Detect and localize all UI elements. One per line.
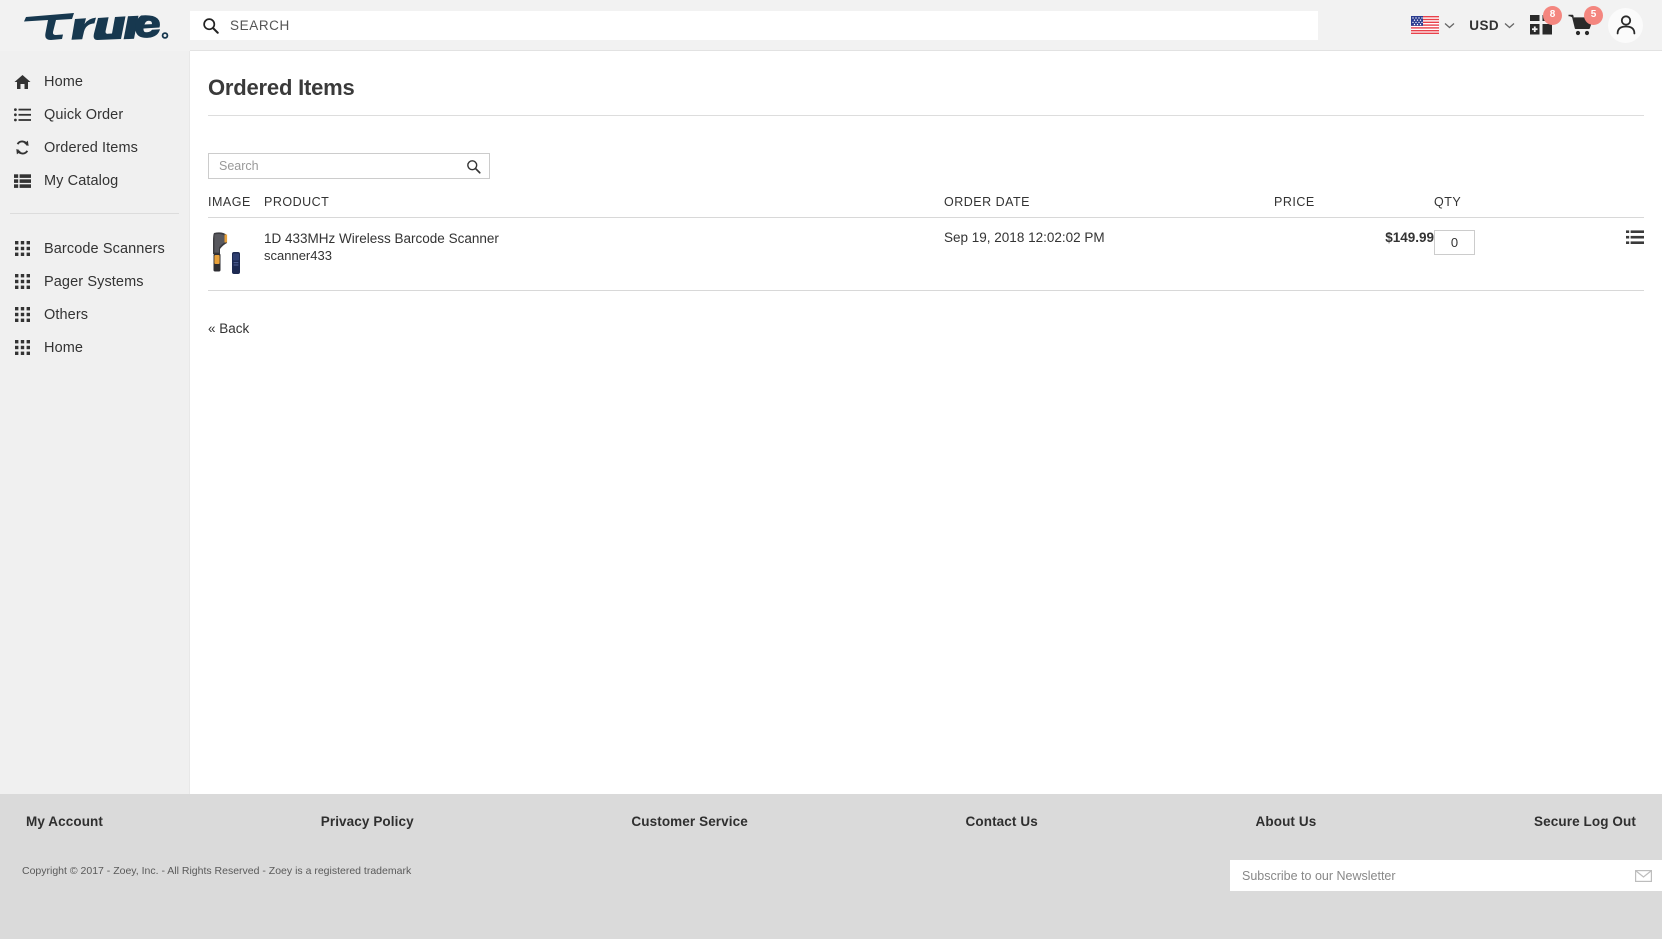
footer-link-my-account[interactable]: My Account	[26, 814, 103, 829]
sidebar-item-label: Others	[44, 306, 89, 323]
table-row: 1D 433MHz Wireless Barcode Scanner scann…	[208, 217, 1644, 291]
product-sku: scanner433	[264, 248, 332, 263]
column-header-order-date: ORDER DATE	[944, 195, 1274, 218]
sidebar-item-pager-systems[interactable]: Pager Systems	[0, 265, 189, 298]
list-icon	[12, 107, 32, 122]
envelope-icon[interactable]	[1635, 869, 1652, 882]
header-search-box[interactable]	[190, 10, 1318, 40]
search-icon	[203, 17, 219, 34]
sidebar-item-home-category[interactable]: Home	[0, 331, 189, 364]
footer-link-secure-log-out[interactable]: Secure Log Out	[1534, 814, 1636, 829]
footer-links: My Account Privacy Policy Customer Servi…	[0, 794, 1662, 829]
site-logo[interactable]	[0, 0, 190, 51]
user-account-icon	[1616, 15, 1635, 35]
chevron-down-icon	[1444, 22, 1455, 28]
footer-link-privacy-policy[interactable]: Privacy Policy	[321, 814, 414, 829]
sidebar-item-barcode-scanners[interactable]: Barcode Scanners	[0, 232, 189, 265]
us-flag-icon	[1411, 16, 1440, 34]
sidebar-item-label: Quick Order	[44, 106, 124, 123]
list-options-icon	[1626, 230, 1644, 244]
chevron-down-icon	[1504, 22, 1515, 28]
site-footer: My Account Privacy Policy Customer Servi…	[0, 794, 1662, 939]
sidebar-divider	[10, 213, 179, 214]
sidebar-item-label: Ordered Items	[44, 139, 138, 156]
grid-icon	[12, 307, 32, 322]
table-search-region	[208, 116, 1644, 179]
sidebar-item-others[interactable]: Others	[0, 298, 189, 331]
row-qty-cell	[1434, 217, 1584, 291]
page-root: USD 8	[0, 0, 1662, 939]
currency-selector[interactable]: USD	[1462, 0, 1522, 51]
main-content: Ordered Items IMAGE PRODUCT ORDER DATE	[190, 51, 1662, 794]
header-search-input[interactable]	[230, 10, 1318, 40]
header-actions: USD 8 5	[1404, 0, 1662, 51]
refresh-cycle-icon	[12, 139, 32, 156]
grid-icon	[12, 241, 32, 256]
newsletter-input[interactable]	[1242, 868, 1635, 883]
sidebar-item-my-catalog[interactable]: My Catalog	[0, 164, 189, 197]
back-link[interactable]: « Back	[208, 321, 1644, 336]
sidebar-item-label: Home	[44, 339, 84, 356]
sidebar-item-label: My Catalog	[44, 172, 119, 189]
footer-bottom: Copyright © 2017 - Zoey, Inc. - All Righ…	[0, 829, 1662, 939]
copyright-text: Copyright © 2017 - Zoey, Inc. - All Righ…	[22, 865, 412, 877]
sidebar-item-ordered-items[interactable]: Ordered Items	[0, 131, 189, 164]
sidebar-item-home[interactable]: Home	[0, 65, 189, 98]
sidebar-item-label: Pager Systems	[44, 273, 144, 290]
column-header-product: PRODUCT	[264, 195, 944, 218]
grid-icon	[12, 340, 32, 355]
quote-list-button[interactable]: 8	[1522, 0, 1562, 51]
body-region: Home Quick Order Ordered Items My Catalo…	[0, 51, 1662, 794]
ordered-items-table: IMAGE PRODUCT ORDER DATE PRICE QTY 1D 43…	[208, 195, 1644, 291]
table-header-row: IMAGE PRODUCT ORDER DATE PRICE QTY	[208, 195, 1644, 218]
row-product-cell: 1D 433MHz Wireless Barcode Scanner scann…	[264, 217, 944, 291]
page-title: Ordered Items	[208, 51, 1644, 116]
table-body: 1D 433MHz Wireless Barcode Scanner scann…	[208, 217, 1644, 291]
newsletter-subscribe-box[interactable]	[1230, 860, 1662, 891]
site-header: USD 8	[0, 0, 1662, 51]
footer-link-about-us[interactable]: About Us	[1256, 814, 1317, 829]
grid-icon	[12, 274, 32, 289]
cart-button[interactable]: 5	[1561, 0, 1603, 51]
header-search-region	[190, 10, 1404, 40]
row-order-date: Sep 19, 2018 12:02:02 PM	[944, 217, 1274, 291]
footer-link-customer-service[interactable]: Customer Service	[631, 814, 747, 829]
sidebar: Home Quick Order Ordered Items My Catalo…	[0, 51, 190, 794]
table-search-box[interactable]	[208, 153, 490, 179]
column-header-qty: QTY	[1434, 195, 1584, 218]
row-image-cell	[208, 217, 264, 291]
locale-selector[interactable]	[1404, 0, 1462, 51]
table-search-input[interactable]	[219, 159, 466, 173]
column-header-image: IMAGE	[208, 195, 264, 218]
account-button[interactable]	[1601, 0, 1650, 51]
sidebar-item-label: Home	[44, 73, 84, 90]
sidebar-item-label: Barcode Scanners	[44, 240, 165, 257]
footer-link-contact-us[interactable]: Contact Us	[966, 814, 1038, 829]
true-logo-icon	[24, 13, 169, 40]
table-head: IMAGE PRODUCT ORDER DATE PRICE QTY	[208, 195, 1644, 218]
row-actions-cell	[1584, 217, 1644, 291]
sidebar-item-quick-order[interactable]: Quick Order	[0, 98, 189, 131]
barcode-scanner-thumbnail	[213, 232, 240, 274]
row-options-button[interactable]	[1626, 230, 1644, 245]
column-header-actions	[1584, 195, 1644, 218]
row-price: $149.99	[1274, 217, 1434, 291]
column-header-price: PRICE	[1274, 195, 1434, 218]
catalog-list-icon	[12, 173, 32, 188]
home-icon	[12, 74, 32, 90]
avatar	[1608, 7, 1643, 43]
search-icon	[467, 159, 481, 174]
currency-label: USD	[1469, 17, 1499, 33]
quote-count-badge: 8	[1543, 5, 1562, 25]
product-name[interactable]: 1D 433MHz Wireless Barcode Scanner	[264, 230, 944, 247]
qty-input[interactable]	[1434, 230, 1475, 255]
